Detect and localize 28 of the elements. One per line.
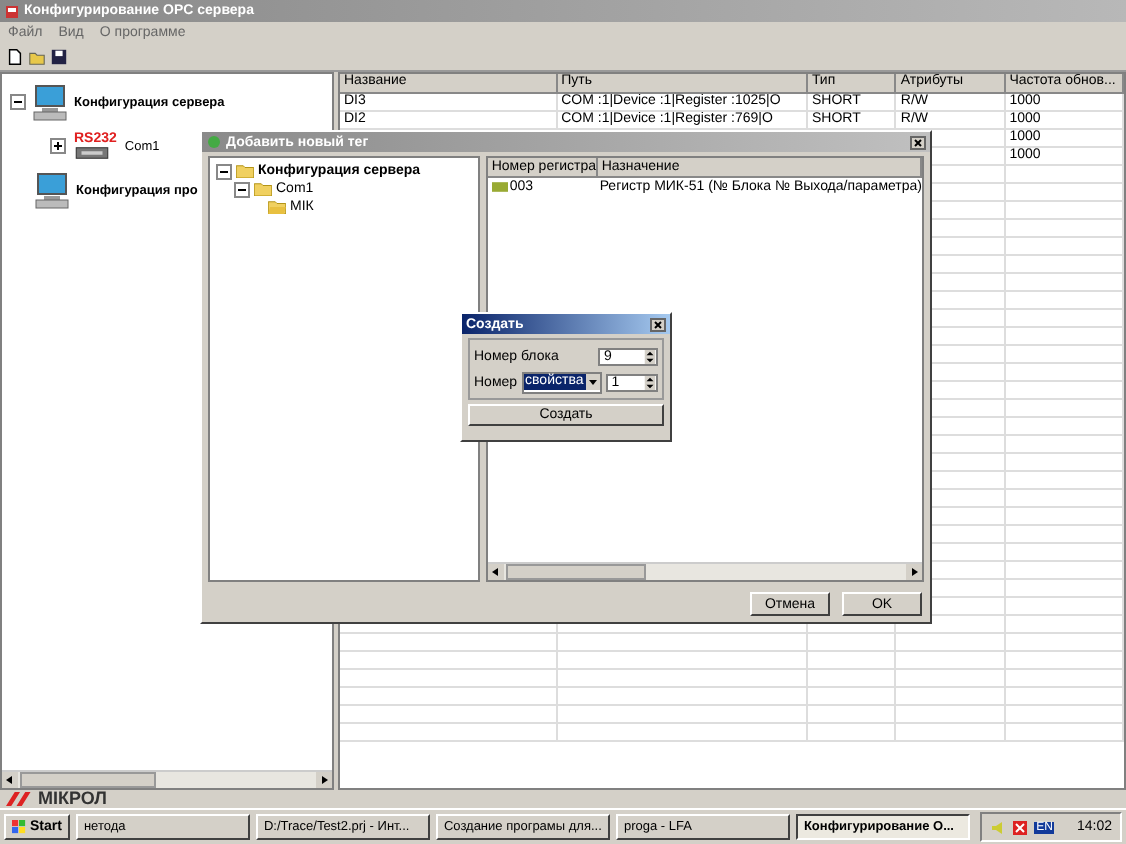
close-button[interactable] (910, 135, 926, 149)
logo-text: МІКРОЛ (38, 790, 107, 808)
scroll-right-button[interactable] (316, 772, 332, 788)
collapse-toggle[interactable] (10, 94, 26, 110)
scroll-left-button[interactable] (2, 772, 18, 788)
collapse-toggle[interactable] (234, 181, 250, 197)
computer-icon (30, 82, 70, 122)
app-icon (4, 3, 20, 19)
save-icon[interactable] (50, 47, 68, 65)
scroll-left-button[interactable] (487, 564, 504, 580)
spin-arrows-icon[interactable] (644, 375, 656, 389)
logo-mark-icon (6, 792, 34, 806)
register-icon (491, 182, 508, 192)
collapse-toggle[interactable] (216, 163, 232, 179)
close-button[interactable] (650, 317, 666, 331)
open-folder-icon (268, 200, 286, 214)
computer-icon (32, 170, 72, 210)
spin-arrows-icon[interactable] (644, 349, 656, 363)
scrollbar-thumb[interactable] (20, 772, 156, 788)
horizontal-scrollbar[interactable] (487, 562, 922, 580)
expand-toggle[interactable] (50, 138, 66, 154)
windows-logo-icon (12, 820, 26, 834)
dialog-icon (206, 134, 222, 150)
horizontal-scrollbar[interactable] (2, 770, 332, 788)
new-file-icon[interactable] (6, 47, 24, 65)
scroll-right-button[interactable] (906, 564, 922, 580)
scrollbar-thumb[interactable] (505, 564, 646, 580)
port-device-icon (74, 146, 110, 160)
